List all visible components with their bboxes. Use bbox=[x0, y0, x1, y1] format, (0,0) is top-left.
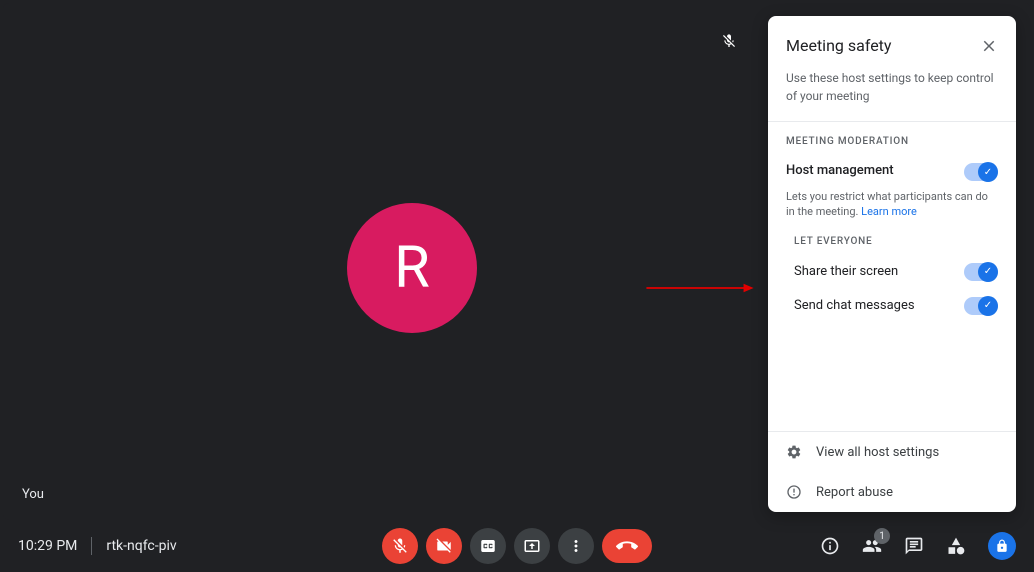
send-chat-label: Send chat messages bbox=[794, 298, 915, 313]
activities-button[interactable] bbox=[946, 536, 966, 556]
avatar: R bbox=[347, 203, 477, 333]
send-chat-toggle[interactable]: ✓ bbox=[964, 297, 998, 315]
host-management-title: Host management bbox=[786, 163, 894, 178]
bottom-right: 1 bbox=[820, 532, 1016, 560]
chat-button[interactable] bbox=[904, 536, 924, 556]
let-everyone-label: LET EVERYONE bbox=[768, 220, 1016, 255]
section-moderation-label: MEETING MODERATION bbox=[768, 122, 1016, 157]
panel-footer: View all host settings Report abuse bbox=[768, 431, 1016, 512]
close-panel-button[interactable] bbox=[980, 37, 998, 55]
mic-muted-icon bbox=[721, 33, 737, 49]
report-abuse-label: Report abuse bbox=[816, 485, 893, 500]
send-chat-row: Send chat messages ✓ bbox=[768, 289, 1016, 323]
info-icon bbox=[786, 484, 802, 500]
share-screen-toggle[interactable]: ✓ bbox=[964, 263, 998, 281]
host-management-row: Host management ✓ bbox=[768, 157, 1016, 187]
bottom-left: 10:29 PM rtk-nqfc-piv bbox=[18, 537, 177, 555]
present-button[interactable] bbox=[514, 528, 550, 564]
panel-title: Meeting safety bbox=[786, 36, 891, 55]
camera-toggle-button[interactable] bbox=[426, 528, 462, 564]
view-all-host-settings-label: View all host settings bbox=[816, 445, 939, 460]
meeting-details-button[interactable] bbox=[820, 536, 840, 556]
host-controls-button[interactable] bbox=[988, 532, 1016, 560]
view-all-host-settings-button[interactable]: View all host settings bbox=[768, 432, 1016, 472]
panel-subtitle: Use these host settings to keep control … bbox=[768, 69, 1016, 121]
host-management-desc: Lets you restrict what participants can … bbox=[768, 187, 1016, 220]
hangup-button[interactable] bbox=[602, 529, 652, 563]
mic-toggle-button[interactable] bbox=[382, 528, 418, 564]
divider bbox=[91, 537, 92, 555]
more-options-button[interactable] bbox=[558, 528, 594, 564]
avatar-initial: R bbox=[394, 234, 430, 302]
host-management-toggle[interactable]: ✓ bbox=[964, 163, 998, 181]
gear-icon bbox=[786, 444, 802, 460]
bottom-bar: 10:29 PM rtk-nqfc-piv 1 bbox=[0, 520, 1034, 572]
meeting-code: rtk-nqfc-piv bbox=[106, 538, 176, 554]
center-controls bbox=[382, 528, 652, 564]
self-label: You bbox=[22, 487, 44, 502]
panel-header: Meeting safety bbox=[768, 16, 1016, 69]
clock-time: 10:29 PM bbox=[18, 538, 77, 554]
share-screen-row: Share their screen ✓ bbox=[768, 255, 1016, 289]
report-abuse-button[interactable]: Report abuse bbox=[768, 472, 1016, 512]
participants-badge: 1 bbox=[874, 528, 890, 544]
captions-button[interactable] bbox=[470, 528, 506, 564]
share-screen-label: Share their screen bbox=[794, 264, 898, 279]
learn-more-link[interactable]: Learn more bbox=[861, 205, 917, 218]
meeting-safety-panel: Meeting safety Use these host settings t… bbox=[768, 16, 1016, 512]
participants-button[interactable]: 1 bbox=[862, 536, 882, 556]
